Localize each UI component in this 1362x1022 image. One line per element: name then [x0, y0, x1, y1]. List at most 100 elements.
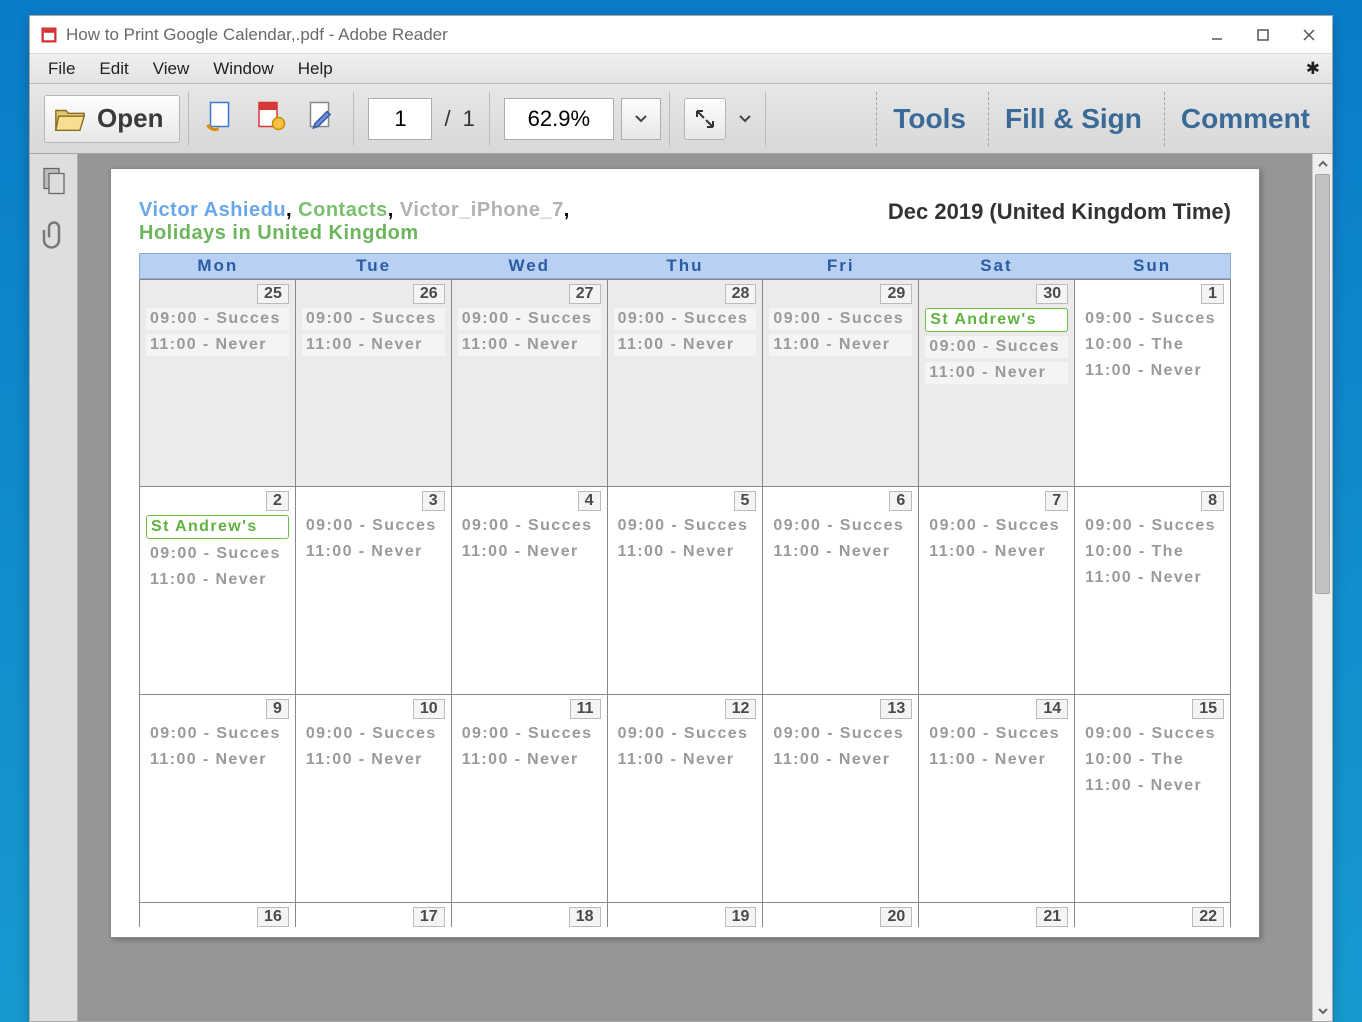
calendar-event: 09:00 - Succes [769, 308, 912, 330]
convert-pdf-icon[interactable] [253, 98, 295, 140]
day-number: 29 [880, 284, 912, 304]
sign-pdf-icon[interactable] [303, 98, 345, 140]
scroll-thumb[interactable] [1315, 174, 1330, 594]
menu-window[interactable]: Window [201, 56, 285, 82]
day-number: 1 [1201, 284, 1224, 304]
day-number: 27 [569, 284, 601, 304]
calendar-event: 09:00 - Succes [769, 723, 912, 745]
calendar-event: 09:00 - Succes [146, 723, 289, 745]
fill-sign-button[interactable]: Fill & Sign [988, 92, 1158, 146]
weekday-header: MonTueWedThuFriSatSun [139, 253, 1231, 279]
close-button[interactable] [1286, 20, 1332, 50]
calendar-event: 10:00 - The [1081, 334, 1224, 356]
menubar-close-icon[interactable]: ✱ [1300, 59, 1326, 79]
vertical-scrollbar[interactable] [1312, 154, 1332, 1021]
day-number: 3 [422, 491, 445, 511]
calendar-cell: 2609:00 - Succes11:00 - Never [296, 279, 452, 487]
page-thumbnails-icon[interactable] [39, 166, 69, 196]
day-number: 4 [578, 491, 601, 511]
calendar-event: 09:00 - Succes [925, 515, 1068, 537]
day-number: 17 [413, 907, 445, 927]
day-number: 8 [1201, 491, 1224, 511]
calendar-event: 09:00 - Succes [1081, 723, 1224, 745]
calendar-event: 09:00 - Succes [925, 723, 1068, 745]
calendar-cell: 20 [763, 903, 919, 927]
open-button[interactable]: Open [44, 95, 180, 143]
chevron-down-icon [634, 112, 648, 126]
scroll-down-button[interactable] [1313, 1001, 1332, 1021]
menu-view[interactable]: View [141, 56, 202, 82]
calendar-cell: 22 [1075, 903, 1231, 927]
calendar-event: 11:00 - Never [1081, 775, 1224, 797]
day-number: 20 [880, 907, 912, 927]
calendar-cell: 1409:00 - Succes11:00 - Never [919, 695, 1075, 903]
app-window: How to Print Google Calendar,.pdf - Adob… [29, 15, 1333, 1022]
document-area[interactable]: Victor Ashiedu, Contacts, Victor_iPhone_… [78, 154, 1332, 1021]
calendar-event: 09:00 - Succes [146, 308, 289, 330]
scroll-up-button[interactable] [1313, 154, 1332, 174]
window-buttons [1194, 20, 1332, 50]
calendar-cell: 7 09:00 - Succes 11:00 - Never [919, 487, 1075, 695]
view-dropdown[interactable] [733, 98, 757, 140]
menu-help[interactable]: Help [286, 56, 345, 82]
page-number-input[interactable] [368, 98, 432, 140]
calendar-cell: 109:00 - Succes10:00 - The11:00 - Never [1075, 279, 1231, 487]
holiday-event: St Andrew's [925, 308, 1068, 332]
day-number: 30 [1036, 284, 1068, 304]
zoom-dropdown[interactable] [621, 98, 661, 140]
weekday-label: Sun [1074, 254, 1230, 278]
day-number: 9 [266, 699, 289, 719]
read-mode-button[interactable] [684, 98, 726, 140]
calendar-cell: 2509:00 - Succes11:00 - Never [140, 279, 296, 487]
day-number: 19 [725, 907, 757, 927]
calendar-event: 11:00 - Never [769, 334, 912, 356]
month-label: Dec 2019 (United Kingdom Time) [888, 199, 1231, 225]
day-number: 7 [1045, 491, 1068, 511]
calendar-event: 09:00 - Succes [458, 308, 601, 330]
menu-edit[interactable]: Edit [87, 56, 140, 82]
chevron-down-icon [1317, 1005, 1329, 1017]
day-number: 12 [725, 699, 757, 719]
titlebar: How to Print Google Calendar,.pdf - Adob… [30, 16, 1332, 54]
toolbar: Open / 1 Tools Fill & Sign Comment [30, 84, 1332, 154]
weekday-label: Mon [140, 254, 296, 278]
weekday-label: Wed [451, 254, 607, 278]
calendar-event: 09:00 - Succes [146, 543, 289, 565]
day-number: 15 [1192, 699, 1224, 719]
calendar-event: 10:00 - The [1081, 541, 1224, 563]
zoom-input[interactable] [504, 98, 614, 140]
calendar-event: 11:00 - Never [614, 749, 757, 771]
attachments-icon[interactable] [39, 220, 69, 250]
day-number: 6 [889, 491, 912, 511]
calendar-event: 11:00 - Never [769, 541, 912, 563]
day-number: 25 [257, 284, 289, 304]
menubar: File Edit View Window Help ✱ [30, 54, 1332, 84]
holiday-event: St Andrew's [146, 515, 289, 539]
tools-button[interactable]: Tools [876, 92, 982, 146]
day-number: 16 [257, 907, 289, 927]
page-sep: / [440, 106, 454, 132]
minimize-button[interactable] [1194, 20, 1240, 50]
day-number: 26 [413, 284, 445, 304]
calendar-event: 11:00 - Never [925, 541, 1068, 563]
calendar-event: 11:00 - Never [769, 749, 912, 771]
calendar-event: 11:00 - Never [1081, 567, 1224, 589]
maximize-button[interactable] [1240, 20, 1286, 50]
calendar-event: 11:00 - Never [146, 749, 289, 771]
calendar-event: 09:00 - Succes [458, 515, 601, 537]
calendar-cell: 1209:00 - Succes11:00 - Never [608, 695, 764, 903]
comment-button[interactable]: Comment [1164, 92, 1326, 146]
calendar-event: 09:00 - Succes [302, 723, 445, 745]
work-area: Victor Ashiedu, Contacts, Victor_iPhone_… [30, 154, 1332, 1021]
menu-file[interactable]: File [36, 56, 87, 82]
create-pdf-icon[interactable] [203, 98, 245, 140]
calendar-event: 11:00 - Never [458, 334, 601, 356]
calendar-cell: 19 [608, 903, 764, 927]
chevron-down-icon [738, 112, 752, 126]
calendar-cell: 1509:00 - Succes10:00 - The11:00 - Never [1075, 695, 1231, 903]
weekday-label: Tue [296, 254, 452, 278]
calendar-cell: 309:00 - Succes11:00 - Never [296, 487, 452, 695]
day-number: 28 [725, 284, 757, 304]
weekday-label: Sat [919, 254, 1075, 278]
calendar-event: 09:00 - Succes [1081, 308, 1224, 330]
